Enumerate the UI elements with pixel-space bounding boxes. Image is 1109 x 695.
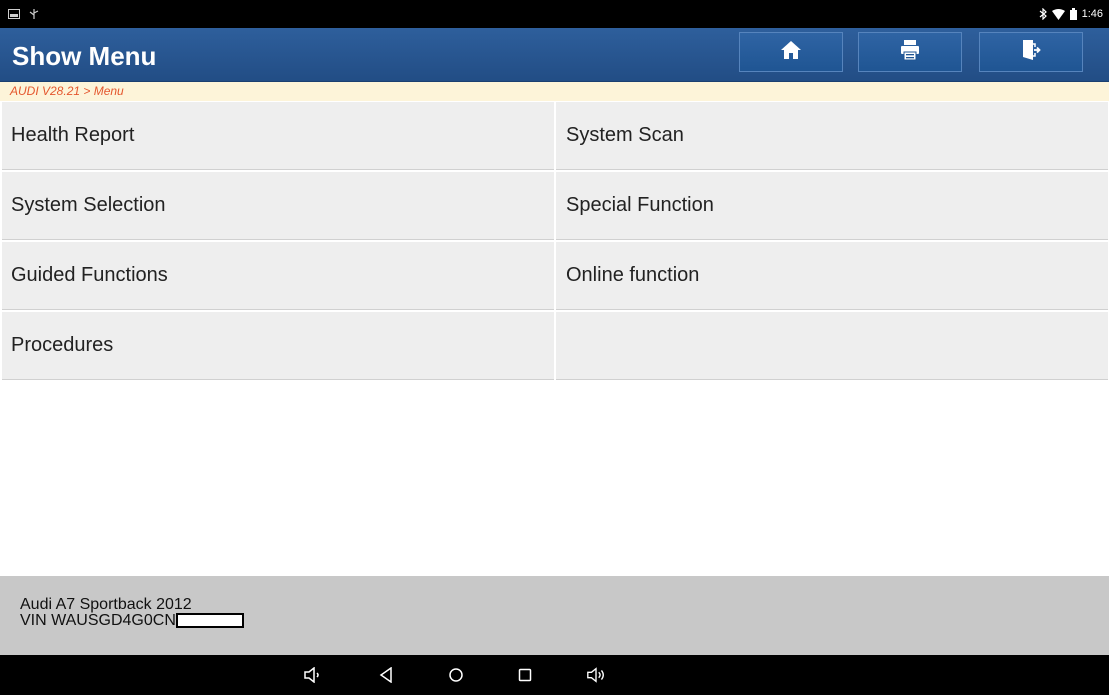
menu-item-label: Online function [566, 264, 700, 286]
usb-icon [28, 8, 40, 20]
bluetooth-icon [1039, 8, 1047, 20]
menu-item-system-scan[interactable]: System Scan [556, 102, 1108, 170]
menu-item-empty [556, 312, 1108, 380]
page-title: Show Menu [12, 41, 157, 71]
menu-item-special-function[interactable]: Special Function [556, 172, 1108, 240]
volume-down-icon[interactable] [303, 665, 323, 685]
exit-button[interactable] [979, 32, 1083, 72]
volume-up-icon[interactable] [586, 665, 606, 685]
menu-item-label: Procedures [11, 334, 114, 356]
menu-item-label: System Scan [566, 124, 684, 146]
menu-item-label: System Selection [11, 194, 166, 216]
status-time: 1:46 [1081, 8, 1103, 20]
home-button[interactable] [739, 32, 843, 72]
menu-item-label: Health Report [11, 124, 135, 146]
vin-text: VIN WAUSGD4G0CN [20, 612, 176, 629]
menu-item-label: Guided Functions [11, 264, 168, 286]
menu-item-system-selection[interactable]: System Selection [2, 172, 554, 240]
status-bar: 1:46 [0, 0, 1109, 28]
battery-icon [1069, 8, 1077, 20]
exit-icon [1021, 39, 1041, 66]
home-circle-icon[interactable] [446, 665, 466, 685]
breadcrumb: AUDI V28.21 > Menu [0, 82, 1109, 101]
vehicle-info-text: Audi A7 Sportback 2012 VIN WAUSGD4G0CN [20, 597, 244, 629]
print-button[interactable] [858, 32, 962, 72]
status-right: 1:46 [1039, 0, 1103, 28]
menu-item-health-report[interactable]: Health Report [2, 102, 554, 170]
wifi-icon [1051, 8, 1065, 20]
vin-line: VIN WAUSGD4G0CN [20, 613, 244, 629]
status-left [8, 0, 40, 28]
menu-grid: Health Report System Scan System Selecti… [2, 102, 1108, 380]
menu-item-guided-functions[interactable]: Guided Functions [2, 242, 554, 310]
recents-icon[interactable] [515, 665, 535, 685]
printer-icon [899, 39, 921, 66]
vehicle-info-panel: Audi A7 Sportback 2012 VIN WAUSGD4G0CN [0, 576, 1109, 655]
back-icon[interactable] [376, 665, 396, 685]
vin-redaction-box [175, 613, 244, 628]
header-bar: Show Menu [0, 28, 1109, 82]
menu-item-label: Special Function [566, 194, 714, 216]
navigation-bar [0, 655, 1109, 695]
vehicle-model: Audi A7 Sportback 2012 [20, 596, 192, 613]
screenshot-icon [8, 9, 20, 19]
menu-item-procedures[interactable]: Procedures [2, 312, 554, 380]
menu-item-online-function[interactable]: Online function [556, 242, 1108, 310]
home-icon [780, 40, 802, 65]
